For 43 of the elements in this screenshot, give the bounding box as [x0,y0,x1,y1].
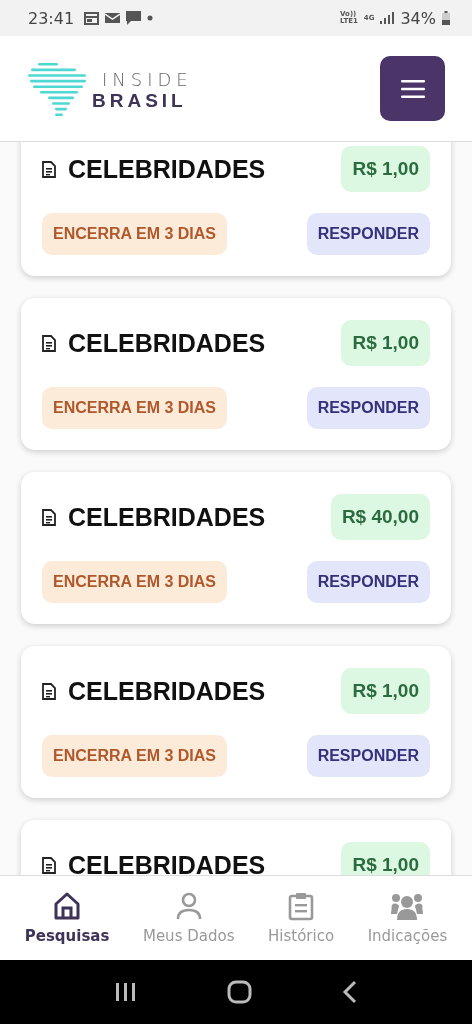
people-icon [391,891,424,922]
document-icon [42,682,56,700]
mail-icon [105,12,121,24]
logo-text: INSIDE [102,71,193,89]
reward-badge: R$ 1,00 [341,320,430,366]
survey-title: CELEBRIDADES [68,850,266,875]
respond-button[interactable]: RESPONDER [306,561,430,603]
reward-badge: R$ 1,00 [341,146,430,192]
deadline-tag: ENCERRA EM 3 DIAS [42,561,227,603]
chat-icon [126,11,142,25]
brazil-map-icon [28,62,86,119]
reward-badge: R$ 1,00 [341,842,430,875]
menu-button[interactable] [380,56,445,121]
survey-title: CELEBRIDADES [68,154,266,184]
respond-button[interactable]: RESPONDER [306,735,430,777]
survey-title: CELEBRIDADES [68,502,266,532]
deadline-tag: ENCERRA EM 3 DIAS [42,213,227,255]
deadline-tag: ENCERRA EM 3 DIAS [42,735,227,777]
clock-time: 23:41 [28,8,75,28]
survey-title: CELEBRIDADES [68,676,266,706]
reward-badge: R$ 40,00 [330,494,430,540]
reward-badge: R$ 1,00 [341,668,430,714]
house-icon [53,891,82,922]
deadline-tag: ENCERRA EM 3 DIAS [42,387,227,429]
battery-percent: 34% [400,8,436,28]
back-icon[interactable] [341,980,358,1004]
respond-button[interactable]: RESPONDER [306,213,430,255]
person-icon [174,891,203,922]
clipboard-icon [287,891,316,922]
respond-button[interactable]: RESPONDER [306,387,430,429]
home-icon[interactable] [227,980,253,1004]
calendar-icon [84,11,100,25]
document-icon [42,508,56,526]
signal-icon [380,12,395,24]
document-icon [42,856,56,874]
document-icon [42,160,56,178]
survey-title: CELEBRIDADES [68,328,266,358]
nav-tab[interactable]: Pesquisas [24,891,110,945]
notification-dot-icon [147,15,154,21]
logo-text: BRASIL [92,91,188,110]
battery-icon [442,11,450,25]
document-icon [42,334,56,352]
menu-icon [400,79,425,98]
